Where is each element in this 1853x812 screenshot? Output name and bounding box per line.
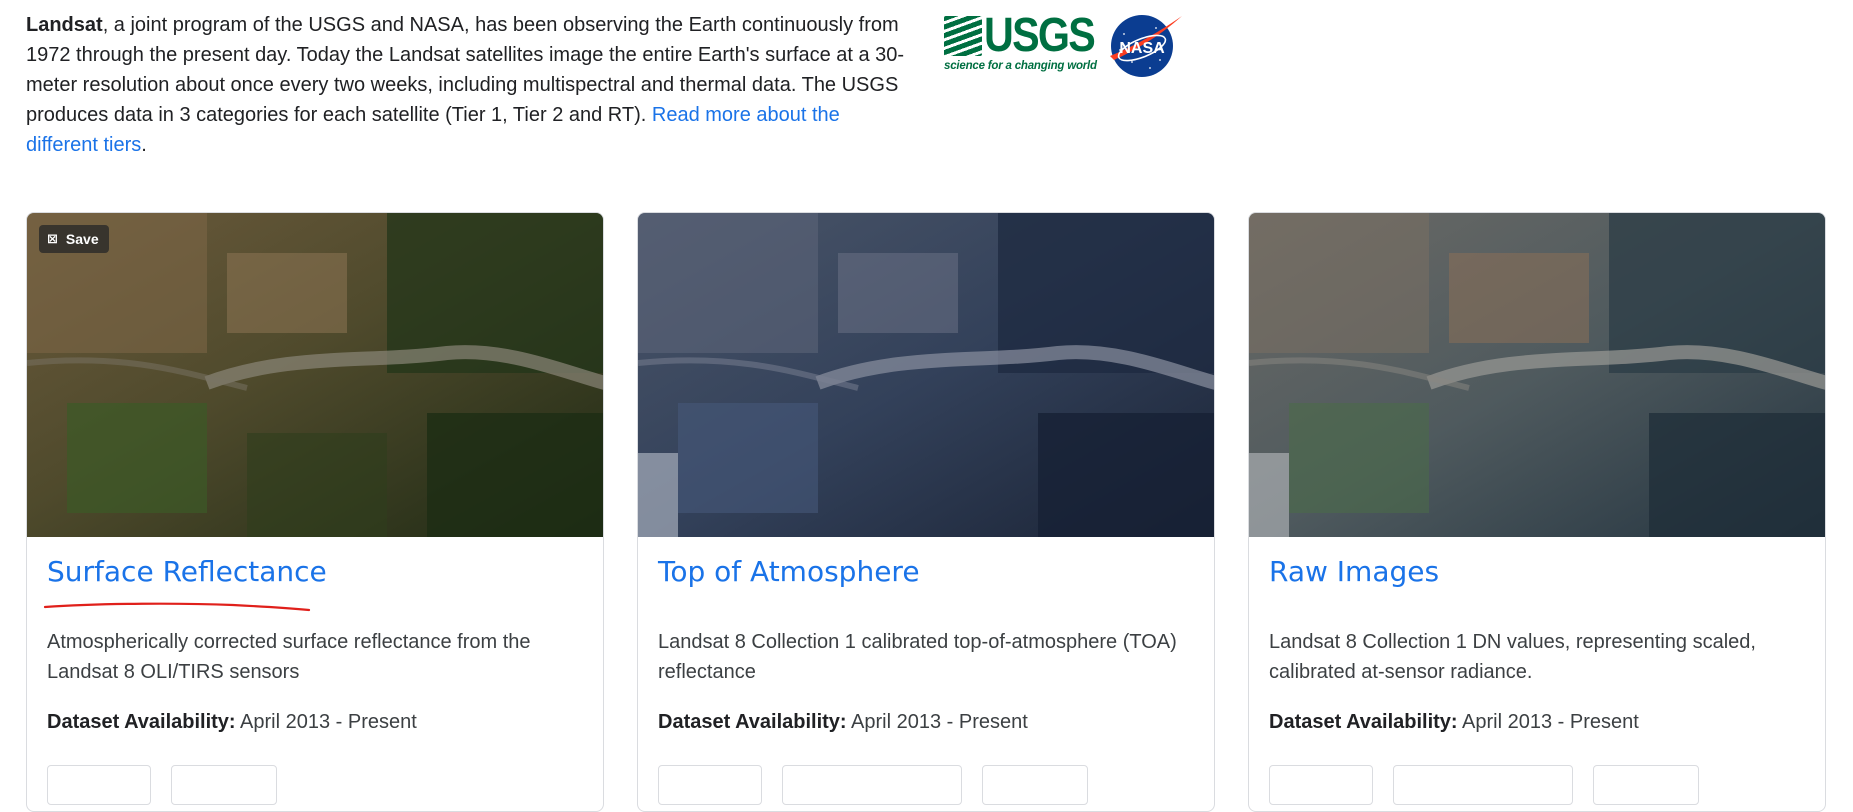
- card-title-link[interactable]: Top of Atmosphere: [658, 555, 920, 588]
- card-description: Landsat 8 Collection 1 calibrated top-of…: [658, 631, 1177, 683]
- save-button[interactable]: ⊠ Save: [39, 225, 109, 253]
- tag-chip[interactable]: [1269, 765, 1373, 805]
- usgs-tagline: science for a changing world: [944, 60, 1097, 72]
- dataset-availability: Dataset Availability: April 2013 - Prese…: [658, 707, 1028, 737]
- save-label: Save: [65, 231, 99, 247]
- availability-value: April 2013 - Present: [846, 711, 1028, 733]
- landsat-image-toa: [638, 213, 1214, 537]
- partner-logos: USGS science for a changing world NASA: [944, 9, 1184, 80]
- availability-label: Dataset Availability:: [1269, 711, 1458, 733]
- card-description: Atmospherically corrected surface reflec…: [47, 631, 531, 683]
- tag-chip[interactable]: [1593, 765, 1699, 805]
- availability-value: April 2013 - Present: [1457, 711, 1639, 733]
- tag-chip[interactable]: [171, 765, 277, 805]
- tag-chip[interactable]: [47, 765, 151, 805]
- card-title-link[interactable]: Raw Images: [1269, 555, 1439, 588]
- dataset-card-raw-images[interactable]: Raw Images Landsat 8 Collection 1 DN val…: [1248, 212, 1826, 812]
- availability-label: Dataset Availability:: [47, 711, 236, 733]
- dataset-availability: Dataset Availability: April 2013 - Prese…: [1269, 707, 1639, 737]
- tag-chip[interactable]: [982, 765, 1088, 805]
- tag-chip[interactable]: [1393, 765, 1573, 805]
- usgs-logo: USGS science for a changing world: [944, 9, 1099, 78]
- usgs-logo-word: USGS: [984, 9, 1096, 62]
- nasa-logo-word: NASA: [1119, 40, 1165, 57]
- dataset-card-surface-reflectance[interactable]: ⊠ Save Surface Reflectance Atmospherical…: [26, 212, 604, 812]
- nasa-logo: NASA: [1110, 15, 1182, 77]
- availability-label: Dataset Availability:: [658, 711, 847, 733]
- satellite-image-raw-images[interactable]: [1249, 213, 1825, 537]
- card-description: Landsat 8 Collection 1 DN values, repres…: [1269, 631, 1756, 683]
- intro-paragraph: Landsat, a joint program of the USGS and…: [26, 10, 916, 160]
- landsat-image-raw: [1249, 213, 1825, 537]
- bookmark-save-icon: ⊠: [47, 231, 58, 246]
- usgs-wave-icon: [944, 16, 982, 56]
- intro-trailing: .: [141, 134, 147, 156]
- dataset-cards: ⊠ Save Surface Reflectance Atmospherical…: [26, 212, 1826, 812]
- dataset-availability: Dataset Availability: April 2013 - Prese…: [47, 707, 417, 737]
- tag-chip[interactable]: [782, 765, 962, 805]
- tag-chip[interactable]: [658, 765, 762, 805]
- availability-value: April 2013 - Present: [235, 711, 417, 733]
- red-underline-annotation: [43, 602, 311, 612]
- dataset-card-top-of-atmosphere[interactable]: Top of Atmosphere Landsat 8 Collection 1…: [637, 212, 1215, 812]
- satellite-image-surface-reflectance[interactable]: ⊠ Save: [27, 213, 603, 537]
- satellite-image-top-of-atmosphere[interactable]: [638, 213, 1214, 537]
- intro-bold-word: Landsat: [26, 14, 103, 36]
- card-title-link[interactable]: Surface Reflectance: [47, 555, 327, 588]
- landsat-image-natural: [27, 213, 603, 537]
